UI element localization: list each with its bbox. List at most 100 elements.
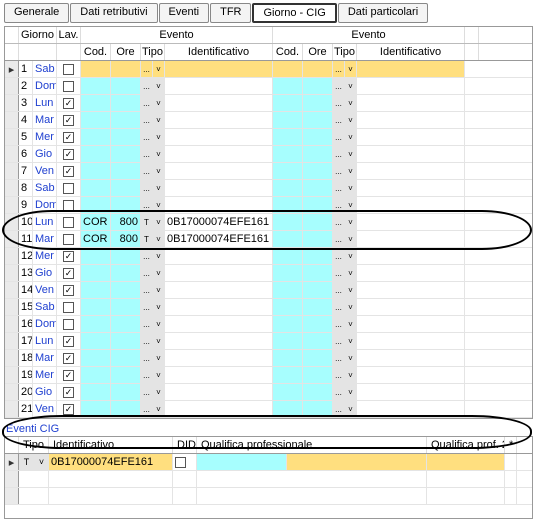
day-row[interactable]: 19Mer✓...˅...˅: [5, 367, 532, 384]
tipo-dropdown-icon[interactable]: ˅: [153, 401, 165, 417]
tipo2-cell[interactable]: ...: [333, 129, 345, 145]
cod2-cell[interactable]: [273, 163, 303, 179]
id-cell[interactable]: [165, 350, 273, 366]
qp-b-cell[interactable]: [287, 454, 427, 470]
lav-checkbox[interactable]: ✓: [57, 129, 81, 145]
ore2-cell[interactable]: [303, 95, 333, 111]
eventi-row-empty[interactable]: [5, 488, 532, 505]
tipo2-cell[interactable]: ...: [333, 401, 345, 417]
lav-checkbox[interactable]: [57, 61, 81, 77]
tipo-cell[interactable]: ...: [141, 367, 153, 383]
ore-cell[interactable]: [111, 95, 141, 111]
tab-generale[interactable]: Generale: [4, 3, 69, 23]
tipo-cell[interactable]: ...: [141, 61, 153, 77]
row-selector-icon[interactable]: [5, 367, 19, 383]
row-selector-icon[interactable]: [5, 214, 19, 230]
ore-cell[interactable]: [111, 265, 141, 281]
tipo2-cell[interactable]: ...: [333, 61, 345, 77]
day-row[interactable]: 3Lun✓...˅...˅: [5, 95, 532, 112]
cod-cell[interactable]: [81, 78, 111, 94]
tipo2-cell[interactable]: ...: [333, 316, 345, 332]
cod-cell[interactable]: [81, 333, 111, 349]
eventi-cig-rows[interactable]: ▸T˅0B17000074EFE161: [5, 454, 532, 518]
id2-cell[interactable]: [357, 112, 465, 128]
lav-checkbox[interactable]: [57, 299, 81, 315]
tipo2-cell[interactable]: ...: [333, 248, 345, 264]
ore2-cell[interactable]: [303, 129, 333, 145]
ore2-cell[interactable]: [303, 401, 333, 417]
tipo-cell[interactable]: ...: [141, 316, 153, 332]
ore2-cell[interactable]: [303, 197, 333, 213]
eventi-row-empty[interactable]: [5, 471, 532, 488]
tipo-dropdown-icon[interactable]: ˅: [153, 350, 165, 366]
tipo2-dropdown-icon[interactable]: ˅: [345, 129, 357, 145]
tipo2-dropdown-icon[interactable]: ˅: [345, 146, 357, 162]
ore2-cell[interactable]: [303, 384, 333, 400]
id2-cell[interactable]: [357, 61, 465, 77]
id2-cell[interactable]: [357, 146, 465, 162]
lav-checkbox[interactable]: ✓: [57, 367, 81, 383]
day-row[interactable]: 20Gio✓...˅...˅: [5, 384, 532, 401]
tipo-dropdown-icon[interactable]: ˅: [153, 146, 165, 162]
ore-cell[interactable]: [111, 248, 141, 264]
tipo2-cell[interactable]: ...: [333, 367, 345, 383]
cod2-cell[interactable]: [273, 129, 303, 145]
tipo-dropdown-icon[interactable]: ˅: [153, 61, 165, 77]
id2-cell[interactable]: [357, 248, 465, 264]
lav-checkbox[interactable]: [57, 316, 81, 332]
lav-checkbox[interactable]: [57, 78, 81, 94]
id2-cell[interactable]: [357, 129, 465, 145]
cod-cell[interactable]: [81, 146, 111, 162]
day-row[interactable]: 10LunCOR800T˅0B17000074EFE161...˅: [5, 214, 532, 231]
tipo2-cell[interactable]: ...: [333, 180, 345, 196]
row-selector-icon[interactable]: [5, 146, 19, 162]
tipo2-cell[interactable]: ...: [333, 146, 345, 162]
lav-checkbox[interactable]: ✓: [57, 163, 81, 179]
tipo-dropdown-icon[interactable]: ˅: [153, 197, 165, 213]
day-row[interactable]: 18Mar✓...˅...˅: [5, 350, 532, 367]
day-row[interactable]: 11MarCOR800T˅0B17000074EFE161...˅: [5, 231, 532, 248]
tipo-dropdown-icon[interactable]: ˅: [153, 78, 165, 94]
lav-checkbox[interactable]: ✓: [57, 401, 81, 417]
cod-cell[interactable]: [81, 350, 111, 366]
ore2-cell[interactable]: [303, 214, 333, 230]
row-selector-icon[interactable]: ▸: [5, 61, 19, 77]
day-row[interactable]: 6Gio✓...˅...˅: [5, 146, 532, 163]
ore-cell[interactable]: [111, 384, 141, 400]
tipo-dropdown-icon[interactable]: ˅: [153, 299, 165, 315]
tipo2-dropdown-icon[interactable]: ˅: [345, 61, 357, 77]
lav-checkbox[interactable]: ✓: [57, 384, 81, 400]
id-cell[interactable]: 0B17000074EFE161: [165, 231, 273, 247]
id2-cell[interactable]: [357, 350, 465, 366]
tipo2-cell[interactable]: ...: [333, 333, 345, 349]
ore-cell[interactable]: 800: [111, 214, 141, 230]
lav-checkbox[interactable]: ✓: [57, 282, 81, 298]
cod2-cell[interactable]: [273, 401, 303, 417]
tab-dati-particolari[interactable]: Dati particolari: [338, 3, 428, 23]
id-cell[interactable]: [165, 401, 273, 417]
tipo2-cell[interactable]: ...: [333, 163, 345, 179]
cod2-cell[interactable]: [273, 333, 303, 349]
lav-checkbox[interactable]: [57, 180, 81, 196]
did-checkbox[interactable]: [173, 454, 197, 470]
tipo2-dropdown-icon[interactable]: ˅: [345, 316, 357, 332]
row-selector-icon[interactable]: [5, 112, 19, 128]
ore2-cell[interactable]: [303, 78, 333, 94]
tipo-dropdown-icon[interactable]: ˅: [35, 454, 49, 470]
row-selector-icon[interactable]: [5, 129, 19, 145]
tipo-dropdown-icon[interactable]: ˅: [153, 282, 165, 298]
tab-giorno-cig[interactable]: Giorno - CIG: [252, 3, 336, 23]
tipo-cell[interactable]: ...: [141, 333, 153, 349]
ore2-cell[interactable]: [303, 163, 333, 179]
tipo-cell[interactable]: ...: [141, 384, 153, 400]
day-row[interactable]: 16Dom...˅...˅: [5, 316, 532, 333]
row-selector-icon[interactable]: [5, 197, 19, 213]
tipo2-dropdown-icon[interactable]: ˅: [345, 163, 357, 179]
id2-cell[interactable]: [357, 316, 465, 332]
tab-dati-retributivi[interactable]: Dati retributivi: [70, 3, 157, 23]
row-selector-icon[interactable]: [5, 163, 19, 179]
tipo2-cell[interactable]: ...: [333, 95, 345, 111]
ore2-cell[interactable]: [303, 350, 333, 366]
lav-checkbox[interactable]: ✓: [57, 112, 81, 128]
ore-cell[interactable]: [111, 350, 141, 366]
